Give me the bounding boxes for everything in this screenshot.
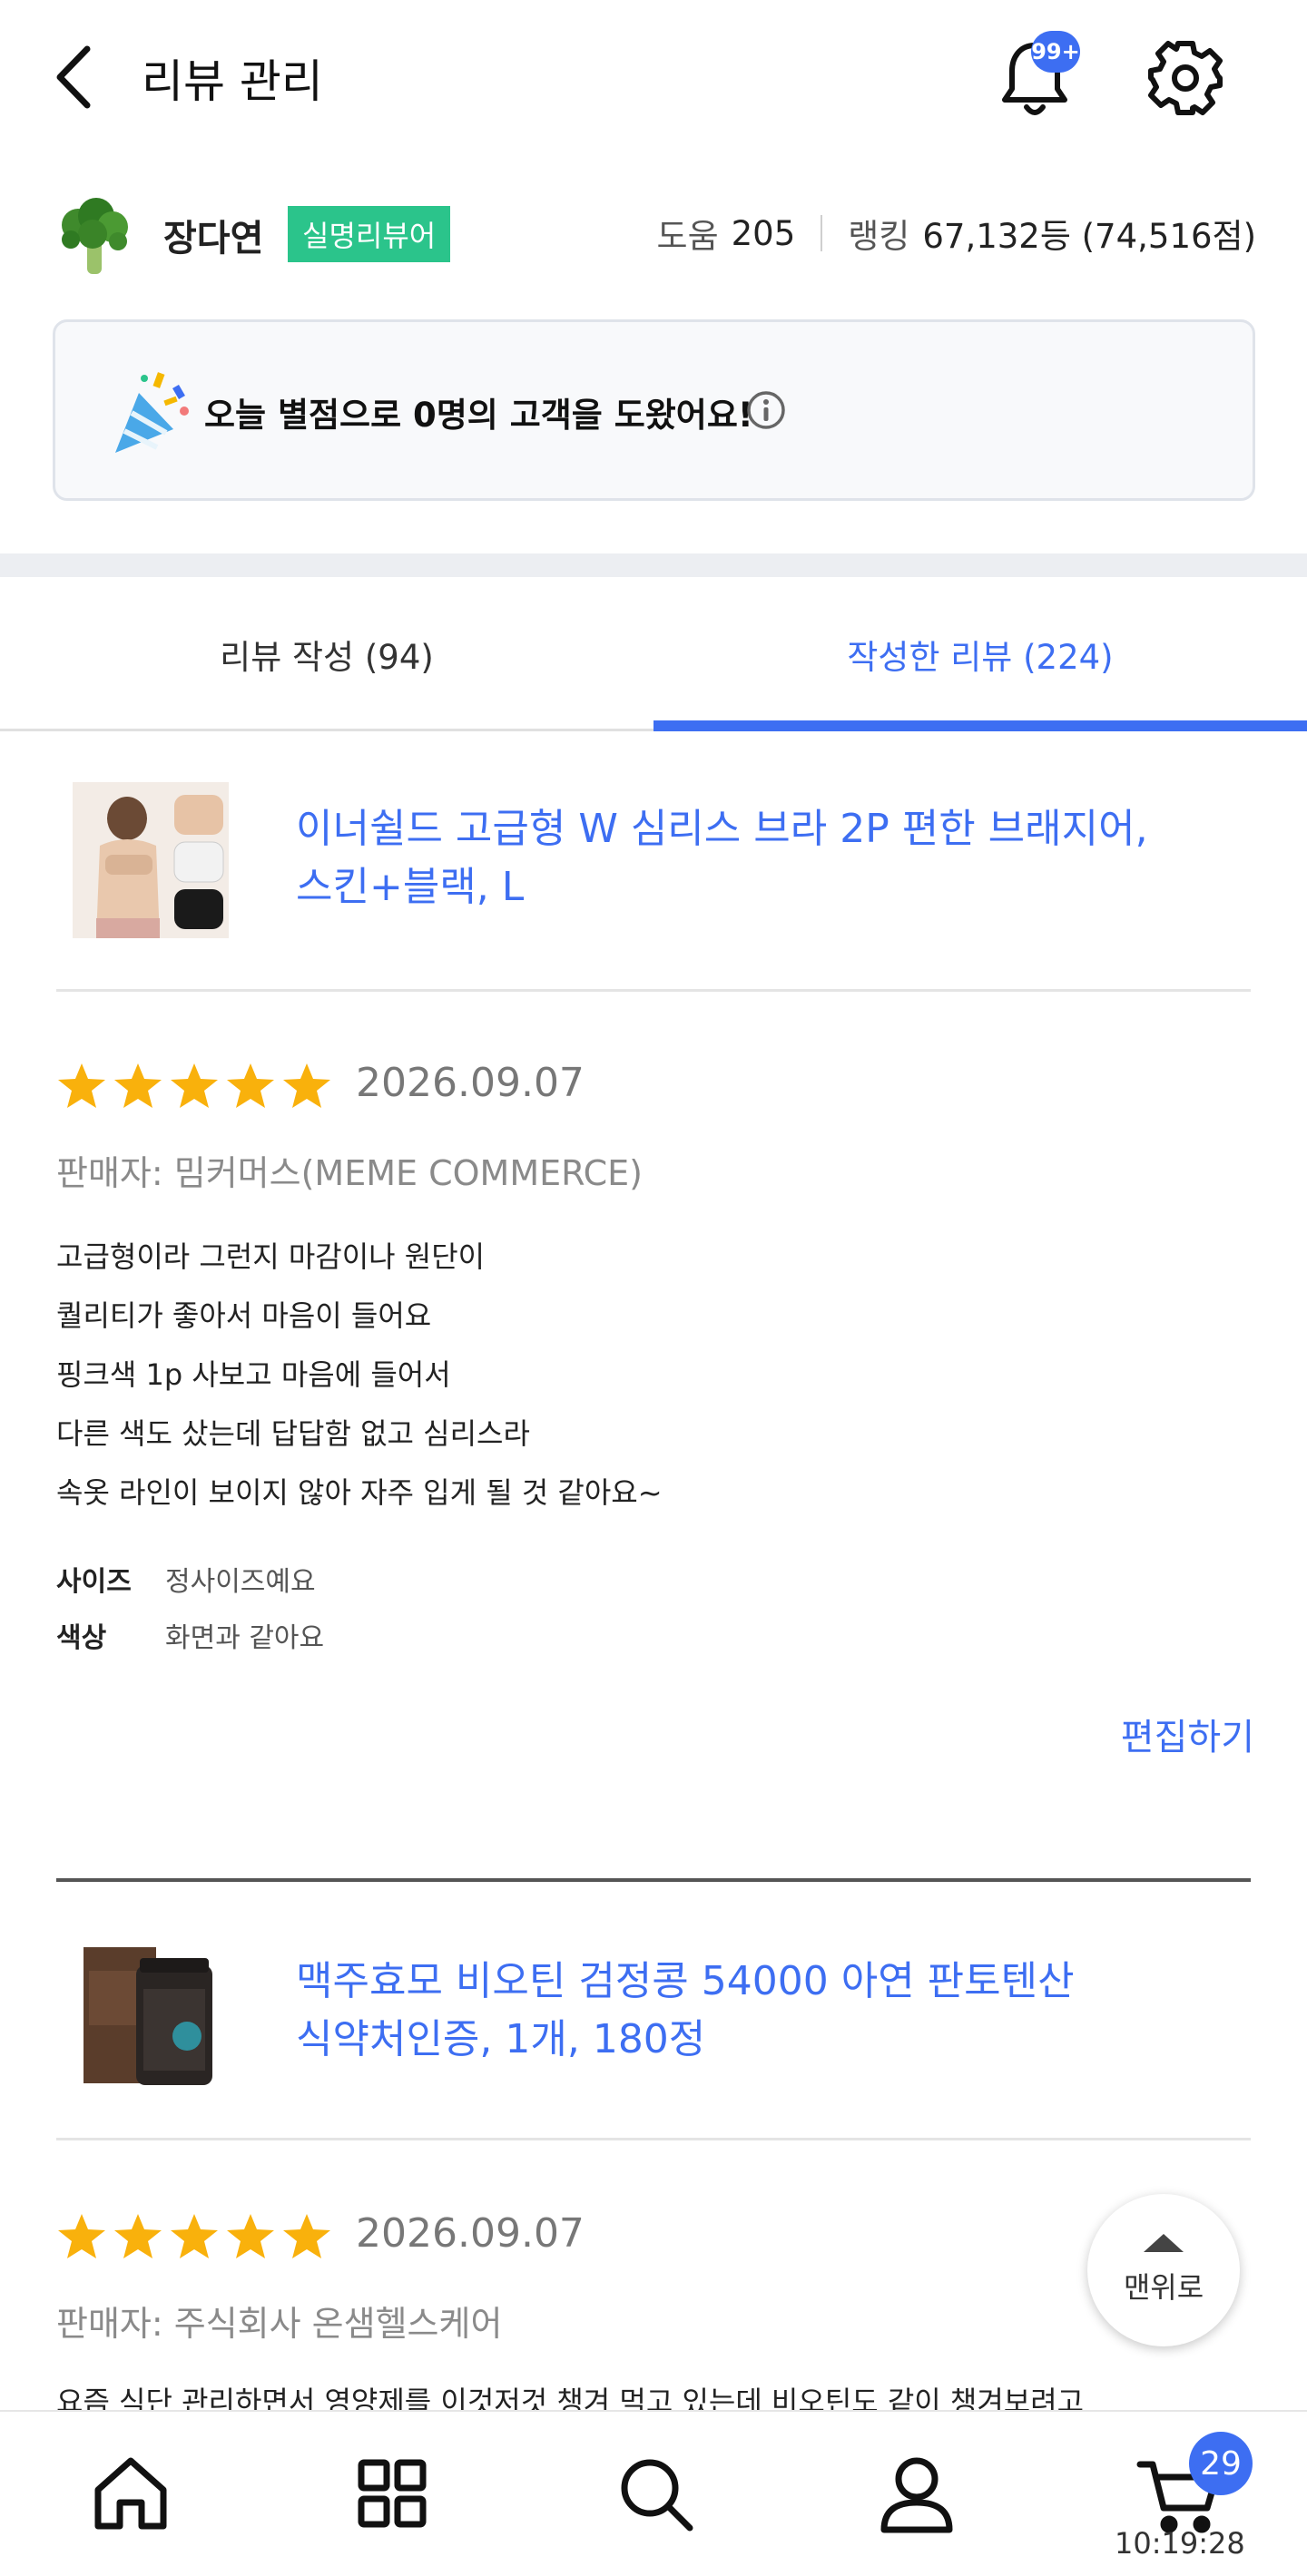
notification-badge: 99+	[1031, 31, 1080, 73]
star-icon	[227, 1063, 274, 1108]
settings-gear-icon[interactable]	[1144, 36, 1227, 120]
category-grid-icon[interactable]	[347, 2448, 437, 2539]
divider	[56, 2138, 1251, 2140]
up-arrow-icon	[1144, 2234, 1184, 2252]
product-name[interactable]: 맥주효모 비오틴 검정콩 54000 아연 판토텐산 식약처인증, 1개, 18…	[296, 1953, 1249, 2069]
rating-stars	[56, 2212, 332, 2261]
review-separator	[56, 1878, 1251, 1882]
verified-reviewer-badge: 실명리뷰어	[288, 206, 451, 262]
review-text-line: 고급형이라 그런지 마감이나 원단이	[56, 1239, 486, 1274]
star-icon	[283, 1063, 330, 1108]
product-name-line: 스킨+블랙, L	[296, 864, 525, 910]
star-icon	[283, 2214, 330, 2258]
product-thumbnail[interactable]	[73, 782, 229, 938]
section-divider	[0, 553, 1307, 577]
scroll-to-top-button[interactable]: 맨위로	[1087, 2194, 1240, 2346]
clock-time: 10:19:28	[1115, 2526, 1245, 2561]
seller-name: 판매자: 밈커머스(MEME COMMERCE)	[56, 1153, 644, 1193]
review-text-line: 속옷 라인이 보이지 않아 자주 입게 될 것 같아요~	[56, 1475, 663, 1510]
tab-bar: 리뷰 작성 (94) 작성한 리뷰 (224)	[0, 577, 1307, 731]
user-name: 장다연	[163, 218, 264, 260]
attribute-value: 화면과 같아요	[165, 1622, 325, 1654]
review-text-line: 핑크색 1p 사보고 마음에 들어서	[56, 1357, 451, 1392]
help-label: 도움	[656, 217, 719, 256]
banner-text: 오늘 별점으로 0명의 고객을 도왔어요!	[204, 396, 753, 435]
product-name-line: 맥주효모 비오틴 검정콩 54000 아연 판토텐산	[296, 1958, 1075, 2004]
review-text-line: 요즘 식단 관리하면서 영양제를 이것저것 챙겨 먹고 있는데 비오틴도 같이 …	[56, 2385, 1085, 2410]
product-name[interactable]: 이너쉴드 고급형 W 심리스 브라 2P 편한 브래지어, 스킨+블랙, L	[296, 800, 1249, 916]
star-icon	[58, 2214, 105, 2258]
attribute-key: 색상	[56, 1622, 107, 1654]
seller-name: 판매자: 주식회사 온샘헬스케어	[56, 2304, 503, 2344]
cart-count-badge: 29	[1189, 2432, 1253, 2495]
info-icon[interactable]	[745, 389, 787, 431]
active-tab-indicator	[654, 720, 1307, 731]
bottom-navigation	[0, 2410, 1307, 2576]
attribute-key: 사이즈	[56, 1566, 132, 1598]
star-icon	[171, 1063, 218, 1108]
home-icon[interactable]	[85, 2448, 176, 2539]
divider	[56, 989, 1251, 992]
page-title: 리뷰 관리	[142, 55, 323, 108]
star-icon	[171, 2214, 218, 2258]
user-stats: 도움 205 랭킹 67,132등 (74,516점)	[657, 209, 1256, 258]
star-icon	[114, 2214, 162, 2258]
edit-review-link[interactable]: 편집하기	[1121, 1708, 1254, 1760]
scroll-to-top-label: 맨위로	[1123, 2270, 1204, 2305]
stats-divider	[821, 215, 823, 251]
tab-written-reviews[interactable]: 작성한 리뷰 (224)	[654, 577, 1307, 731]
back-arrow-icon[interactable]	[45, 36, 109, 118]
header: 리뷰 관리 99+	[0, 0, 1307, 154]
star-icon	[227, 2214, 274, 2258]
rank-label: 랭킹	[848, 217, 910, 256]
star-icon	[58, 1063, 105, 1108]
tab-write-review[interactable]: 리뷰 작성 (94)	[0, 577, 654, 731]
avatar	[56, 198, 133, 276]
review-text-line: 퀄리티가 좋아서 마음이 들어요	[56, 1298, 432, 1333]
help-value: 205	[731, 213, 796, 253]
rating-stars	[56, 1062, 332, 1111]
star-icon	[114, 1063, 162, 1108]
product-name-line: 이너쉴드 고급형 W 심리스 브라 2P 편한 브래지어,	[296, 806, 1148, 852]
search-icon[interactable]	[610, 2448, 701, 2539]
my-account-icon[interactable]	[871, 2448, 962, 2539]
help-banner: 오늘 별점으로 0명의 고객을 도왔어요!	[53, 319, 1255, 501]
review-date: 2026.09.07	[356, 1060, 585, 1106]
product-thumbnail[interactable]	[73, 1934, 229, 2091]
review-date: 2026.09.07	[356, 2210, 585, 2257]
product-name-line: 식약처인증, 1개, 180정	[296, 2016, 706, 2062]
rank-value: 67,132등 (74,516점)	[922, 217, 1256, 256]
review-text-line: 다른 색도 샀는데 답답함 없고 심리스라	[56, 1416, 530, 1451]
attribute-value: 정사이즈예요	[165, 1566, 316, 1598]
party-popper-icon	[108, 366, 199, 456]
